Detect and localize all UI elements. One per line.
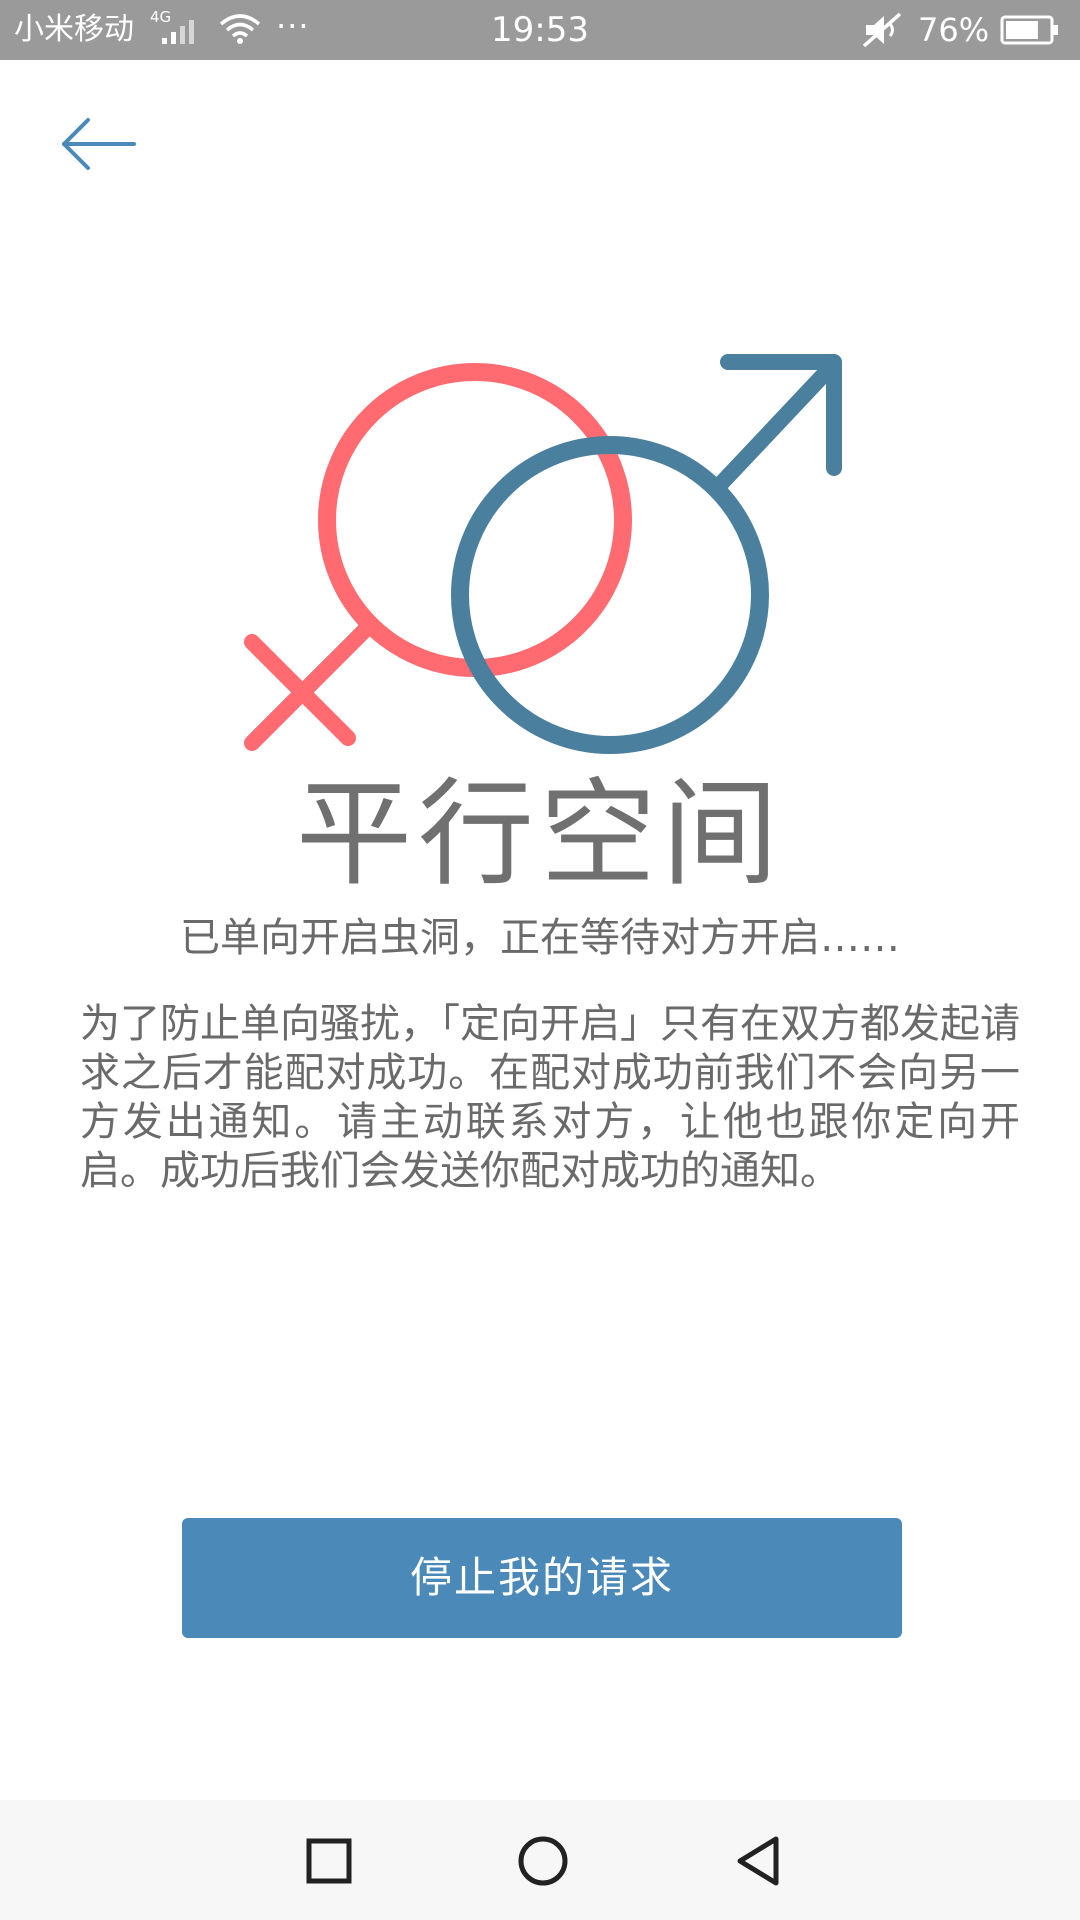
page-title: 平行空间 [296, 767, 784, 902]
battery-icon [1000, 14, 1060, 50]
female-symbol [244, 363, 632, 751]
battery-percent: 76% [918, 11, 990, 49]
recent-apps-button[interactable] [294, 1826, 364, 1896]
square-icon [306, 1838, 352, 1884]
arrow-left-icon [62, 118, 136, 170]
system-back-button[interactable] [722, 1826, 792, 1896]
waiting-status-text: 已单向开启虫洞，正在等待对方开启…… [180, 915, 900, 961]
app-logo [230, 350, 850, 774]
male-symbol [451, 354, 842, 754]
circle-icon [518, 1836, 568, 1886]
description-text: 为了防止单向骚扰，「定向开启」只有在双方都发起请求之后才能配对成功。在配对成功前… [80, 1001, 1020, 1194]
back-button[interactable] [58, 104, 158, 184]
female-male-symbols-icon [244, 354, 842, 754]
stop-request-button[interactable]: 停止我的请求 [182, 1518, 902, 1638]
navigation-bar [0, 1800, 1080, 1920]
triangle-back-icon [737, 1836, 779, 1886]
status-bar: 小米移动 4G ··· 19:53 76% [0, 0, 1080, 60]
home-button[interactable] [508, 1826, 578, 1896]
mute-icon [860, 12, 904, 52]
